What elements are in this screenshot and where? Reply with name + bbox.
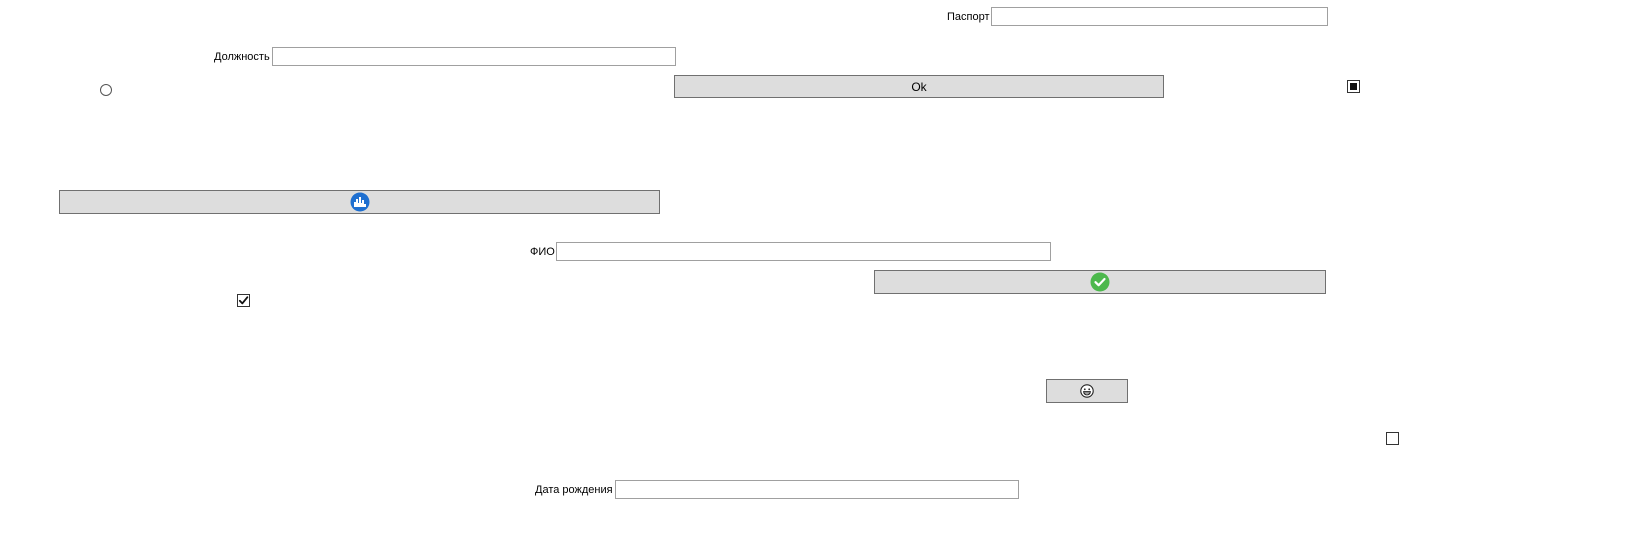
position-label: Должность bbox=[214, 51, 270, 63]
confirm-button[interactable] bbox=[874, 270, 1326, 294]
city-skyline-icon bbox=[350, 192, 369, 212]
birth-date-input[interactable] bbox=[615, 480, 1019, 499]
ok-button-label: Ok bbox=[911, 79, 927, 94]
ok-button[interactable]: Ok bbox=[674, 75, 1164, 98]
checked-checkbox[interactable] bbox=[237, 294, 250, 307]
indeterminate-mark bbox=[1350, 83, 1357, 90]
unchecked-checkbox[interactable] bbox=[1386, 432, 1399, 445]
fio-label: ФИО bbox=[530, 246, 555, 258]
check-circle-icon bbox=[1090, 272, 1110, 292]
indeterminate-checkbox[interactable] bbox=[1347, 80, 1360, 93]
fio-input[interactable] bbox=[556, 242, 1051, 261]
city-button[interactable] bbox=[59, 190, 660, 214]
passport-input[interactable] bbox=[991, 7, 1328, 26]
position-input[interactable] bbox=[272, 47, 676, 66]
check-mark-icon bbox=[238, 296, 249, 305]
grinning-face-icon bbox=[1080, 384, 1094, 398]
radio-button[interactable] bbox=[100, 84, 112, 96]
birth-date-label: Дата рождения bbox=[535, 484, 613, 496]
passport-label: Паспорт bbox=[947, 11, 990, 23]
emoji-button[interactable] bbox=[1046, 379, 1128, 403]
